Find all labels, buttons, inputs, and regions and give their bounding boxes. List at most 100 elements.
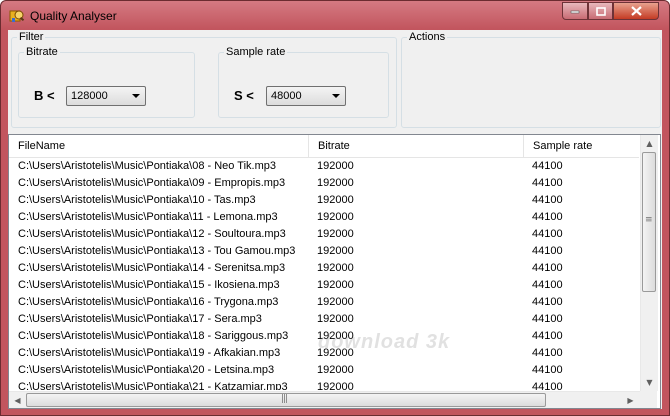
- cell-filename: C:\Users\Aristotelis\Music\Pontiaka\14 -…: [18, 262, 286, 274]
- cell-samplerate: 44100: [532, 364, 563, 376]
- app-window: Quality Analyser Filter Bitrate B < 1280…: [0, 0, 670, 416]
- column-header-filename[interactable]: FileName: [9, 135, 309, 157]
- scroll-left-button[interactable]: ◀: [10, 393, 25, 408]
- samplerate-group-label: Sample rate: [224, 46, 288, 58]
- samplerate-combo[interactable]: 48000: [266, 86, 346, 106]
- cell-samplerate: 44100: [532, 381, 563, 390]
- maximize-button[interactable]: [588, 2, 613, 20]
- samplerate-operator-label: S <: [234, 88, 254, 103]
- filter-group: Filter Bitrate B < 128000 Sample rate S …: [11, 31, 397, 128]
- watermark: download 3k: [318, 331, 451, 353]
- cell-bitrate: 192000: [317, 194, 354, 206]
- cell-filename: C:\Users\Aristotelis\Music\Pontiaka\15 -…: [18, 279, 280, 291]
- title-bar[interactable]: Quality Analyser: [1, 1, 669, 31]
- app-icon: [9, 10, 25, 22]
- cell-samplerate: 44100: [532, 211, 563, 223]
- cell-filename: C:\Users\Aristotelis\Music\Pontiaka\18 -…: [18, 330, 289, 342]
- scrollbar-corner: [640, 391, 657, 408]
- table-row[interactable]: C:\Users\Aristotelis\Music\Pontiaka\11 -…: [9, 209, 639, 226]
- cell-samplerate: 44100: [532, 330, 563, 342]
- close-icon: [630, 6, 642, 16]
- table-row[interactable]: C:\Users\Aristotelis\Music\Pontiaka\08 -…: [9, 158, 639, 175]
- chevron-down-icon: ▼: [646, 378, 653, 387]
- cell-samplerate: 44100: [532, 194, 563, 206]
- cell-bitrate: 192000: [317, 262, 354, 274]
- cell-samplerate: 44100: [532, 262, 563, 274]
- cell-filename: C:\Users\Aristotelis\Music\Pontiaka\13 -…: [18, 245, 296, 257]
- cell-filename: C:\Users\Aristotelis\Music\Pontiaka\11 -…: [18, 211, 278, 223]
- scroll-up-button[interactable]: ▲: [642, 136, 657, 151]
- window-title: Quality Analyser: [30, 9, 117, 23]
- minimize-icon: [570, 10, 580, 14]
- table-row[interactable]: C:\Users\Aristotelis\Music\Pontiaka\13 -…: [9, 243, 639, 260]
- vertical-scrollbar[interactable]: ▲ ≡ ▼: [640, 135, 658, 391]
- samplerate-group: Sample rate S < 48000: [218, 46, 389, 118]
- filter-group-label: Filter: [17, 31, 46, 43]
- cell-filename: C:\Users\Aristotelis\Music\Pontiaka\16 -…: [18, 296, 279, 308]
- chevron-up-icon: ▲: [646, 139, 653, 148]
- cell-samplerate: 44100: [532, 347, 563, 359]
- chevron-right-icon: ▶: [627, 396, 634, 405]
- grip-icon: ≡: [645, 215, 652, 225]
- scroll-right-button[interactable]: ▶: [623, 393, 638, 408]
- table-row[interactable]: C:\Users\Aristotelis\Music\Pontiaka\09 -…: [9, 175, 639, 192]
- table-row[interactable]: C:\Users\Aristotelis\Music\Pontiaka\16 -…: [9, 294, 639, 311]
- horizontal-scrollbar[interactable]: ◀ ||| ▶: [9, 391, 640, 408]
- cell-filename: C:\Users\Aristotelis\Music\Pontiaka\20 -…: [18, 364, 275, 376]
- file-list[interactable]: FileName Bitrate Sample rate C:\Users\Ar…: [8, 134, 661, 409]
- cell-bitrate: 192000: [317, 177, 354, 189]
- cell-bitrate: 192000: [317, 381, 354, 390]
- actions-group: Actions: [401, 31, 661, 128]
- bitrate-group: Bitrate B < 128000: [18, 46, 195, 118]
- cell-samplerate: 44100: [532, 160, 563, 172]
- cell-bitrate: 192000: [317, 228, 354, 240]
- close-button[interactable]: [613, 2, 659, 20]
- scroll-down-button[interactable]: ▼: [642, 375, 657, 390]
- column-header-bitrate[interactable]: Bitrate: [309, 135, 524, 157]
- grip-icon: |||: [281, 394, 288, 404]
- cell-filename: C:\Users\Aristotelis\Music\Pontiaka\10 -…: [18, 194, 256, 206]
- cell-filename: C:\Users\Aristotelis\Music\Pontiaka\08 -…: [18, 160, 276, 172]
- cell-filename: C:\Users\Aristotelis\Music\Pontiaka\17 -…: [18, 313, 262, 325]
- bitrate-combo-value: 128000: [71, 90, 108, 102]
- table-row[interactable]: C:\Users\Aristotelis\Music\Pontiaka\21 -…: [9, 379, 639, 390]
- vertical-scroll-thumb[interactable]: ≡: [642, 152, 656, 292]
- table-row[interactable]: C:\Users\Aristotelis\Music\Pontiaka\17 -…: [9, 311, 639, 328]
- cell-filename: C:\Users\Aristotelis\Music\Pontiaka\12 -…: [18, 228, 286, 240]
- cell-bitrate: 192000: [317, 313, 354, 325]
- cell-bitrate: 192000: [317, 245, 354, 257]
- cell-samplerate: 44100: [532, 228, 563, 240]
- table-row[interactable]: C:\Users\Aristotelis\Music\Pontiaka\14 -…: [9, 260, 639, 277]
- chevron-left-icon: ◀: [14, 396, 21, 405]
- cell-bitrate: 192000: [317, 279, 354, 291]
- samplerate-combo-value: 48000: [271, 90, 302, 102]
- table-row[interactable]: C:\Users\Aristotelis\Music\Pontiaka\12 -…: [9, 226, 639, 243]
- table-row[interactable]: C:\Users\Aristotelis\Music\Pontiaka\20 -…: [9, 362, 639, 379]
- cell-filename: C:\Users\Aristotelis\Music\Pontiaka\19 -…: [18, 347, 281, 359]
- cell-filename: C:\Users\Aristotelis\Music\Pontiaka\21 -…: [18, 381, 288, 390]
- cell-samplerate: 44100: [532, 313, 563, 325]
- client-area: Filter Bitrate B < 128000 Sample rate S …: [8, 30, 662, 409]
- cell-samplerate: 44100: [532, 296, 563, 308]
- cell-samplerate: 44100: [532, 245, 563, 257]
- bitrate-combo[interactable]: 128000: [66, 86, 146, 106]
- cell-samplerate: 44100: [532, 279, 563, 291]
- minimize-button[interactable]: [562, 2, 588, 20]
- cell-filename: C:\Users\Aristotelis\Music\Pontiaka\09 -…: [18, 177, 286, 189]
- table-row[interactable]: C:\Users\Aristotelis\Music\Pontiaka\10 -…: [9, 192, 639, 209]
- actions-group-label: Actions: [407, 31, 448, 43]
- column-header-samplerate[interactable]: Sample rate: [524, 135, 639, 157]
- horizontal-scroll-thumb[interactable]: |||: [26, 393, 546, 407]
- list-rows: C:\Users\Aristotelis\Music\Pontiaka\08 -…: [9, 158, 639, 390]
- cell-bitrate: 192000: [317, 160, 354, 172]
- chevron-down-icon: [332, 94, 340, 98]
- bitrate-operator-label: B <: [34, 88, 55, 103]
- cell-bitrate: 192000: [317, 296, 354, 308]
- cell-bitrate: 192000: [317, 211, 354, 223]
- cell-samplerate: 44100: [532, 177, 563, 189]
- bitrate-group-label: Bitrate: [24, 46, 60, 58]
- table-row[interactable]: C:\Users\Aristotelis\Music\Pontiaka\15 -…: [9, 277, 639, 294]
- maximize-icon: [595, 6, 606, 16]
- chevron-down-icon: [132, 94, 140, 98]
- cell-bitrate: 192000: [317, 364, 354, 376]
